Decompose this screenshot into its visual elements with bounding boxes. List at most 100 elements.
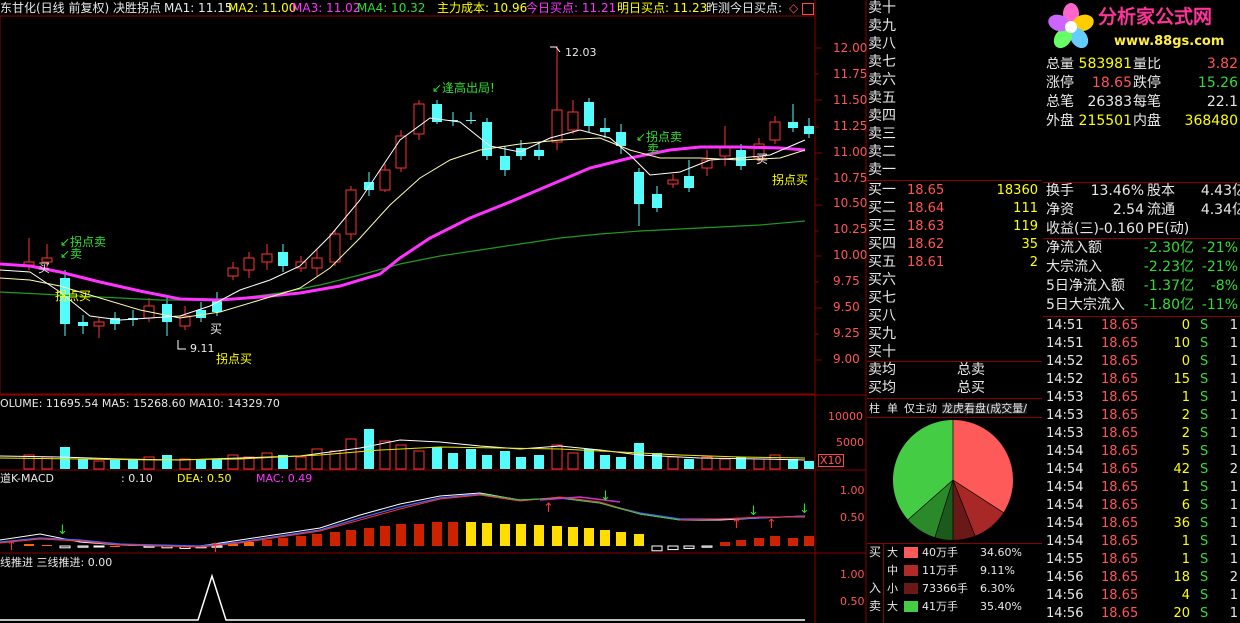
tick-price: 18.65 [1101, 552, 1139, 567]
buy-level-price: 18.65 [907, 183, 945, 198]
pie-legend-divider [883, 544, 884, 623]
macd-bar-positive [568, 527, 578, 546]
sell-level-label: 卖二 [868, 144, 896, 160]
macd-bar-positive [788, 538, 798, 546]
tick-time: 14:53 [1046, 408, 1084, 423]
macd-bar-positive [312, 534, 322, 546]
tick-count: 1 [1229, 372, 1238, 387]
quote-value: 3.82 [1206, 56, 1238, 72]
macd-bar-positive [330, 532, 340, 546]
fund-value: 4.34亿 [1200, 202, 1240, 218]
buy-level-label: 买九 [868, 326, 896, 342]
volume-bar-down [634, 443, 644, 469]
tab-single[interactable]: 单 [887, 403, 898, 414]
kp-sell-right-label: ↙拐点卖 [636, 130, 683, 144]
svg-text:↑: ↑ [210, 541, 221, 556]
macd-bar-positive [616, 532, 626, 546]
window-toggle-icon[interactable] [802, 3, 814, 15]
macd-bar-positive [448, 522, 458, 546]
logo-url[interactable]: www.88gs.com [1114, 35, 1224, 48]
tick-side: S [1200, 588, 1209, 603]
candle-body-up [667, 179, 679, 185]
volume-bar-up [261, 452, 273, 470]
bottom-axis-05: 0.50 [840, 595, 865, 608]
tick-side: S [1200, 480, 1209, 495]
volume-axis-5000: 5000 [836, 436, 864, 449]
tick-count: 1 [1229, 606, 1238, 621]
macd-bar-positive [516, 524, 526, 546]
volume-scale-badge[interactable]: X10 [818, 454, 844, 467]
diamond-icon[interactable]: ◇ [789, 2, 798, 14]
macd-bars [24, 522, 814, 552]
tick-side: S [1200, 462, 1209, 477]
volume-bar-up [345, 438, 357, 470]
tick-volume: 6 [1181, 498, 1190, 513]
quote-value: 18.65 [1091, 75, 1132, 91]
candlesticks [23, 46, 814, 338]
tick-side: S [1200, 426, 1209, 441]
tick-side: S [1200, 444, 1209, 459]
tick-time: 14:52 [1046, 354, 1084, 369]
macd-mac: MAC: 0.49 [256, 472, 313, 485]
volume-bar-down [500, 451, 510, 469]
candle-body-up [227, 267, 239, 277]
pie-legend-side: 入 [869, 581, 882, 595]
today-buy-label: 今日买点: 11.21 [526, 1, 617, 15]
volume-bar-down [128, 459, 138, 469]
price-axis-label: 11.50 [833, 92, 868, 107]
tick-time: 14:51 [1046, 336, 1084, 351]
quote-panel: 涨跌1.70最高18.65涨幅10.03%最低17.57现量1338均价18.1… [1043, 0, 1240, 623]
candle-body-up [311, 257, 323, 269]
quote-label: 外盘 [1046, 113, 1074, 129]
macd-bar-negative [651, 545, 663, 552]
flower-logo-icon [1046, 2, 1096, 52]
tick-price: 18.65 [1101, 570, 1139, 585]
tick-count: 2 [1229, 462, 1238, 477]
volume-bar-down [162, 455, 172, 469]
tab-active-only[interactable]: 仅主动 [904, 403, 937, 414]
pie-legend-size: 大 [887, 546, 898, 559]
quote-label: 涨停 [1046, 75, 1074, 91]
macd-bar-positive [736, 540, 746, 546]
macd-bar-negative [701, 545, 713, 548]
candle-body-up [395, 135, 407, 169]
pie-legend-side: 卖 [869, 599, 882, 613]
bottom-axis-1: 1.00 [840, 568, 865, 581]
volume-bar-down [60, 447, 70, 469]
macd-bar-positive [584, 528, 594, 546]
svg-text:↓: ↓ [799, 502, 810, 517]
sell-level-label: 卖九 [868, 18, 896, 34]
pie-legend-size: 中 [887, 564, 898, 577]
volume-bar-down [212, 459, 222, 469]
tab-dragon-tiger[interactable]: 龙虎看盘(成交量/ [942, 403, 1027, 414]
sell-level-label: 卖三 [868, 126, 896, 142]
tick-price: 18.65 [1101, 588, 1139, 603]
buy-left-label: 买 [38, 261, 51, 275]
quote-value: 15.26 [1197, 75, 1238, 91]
tick-count: 1 [1229, 318, 1238, 333]
macd-bar-positive [432, 522, 442, 546]
flow-percent: -8% [1210, 278, 1238, 294]
buy-level-volume: 18360 [996, 183, 1038, 198]
buy-level-label: 买三 [868, 218, 896, 234]
macd-bar-positive [42, 545, 52, 546]
sell-level-label: 卖五 [868, 90, 896, 106]
candle-body-down [788, 122, 798, 128]
volume-bar-up [567, 452, 579, 470]
tab-bar-chart[interactable]: 柱 [869, 403, 880, 414]
candle-body-down [804, 126, 814, 134]
orderbook-panel: 卖十 卖九 卖八 卖七 卖六 卖五 卖四 卖三 卖二 卖一 买一 18.65 18360 买二 18.64… [867, 0, 1042, 623]
tick-count: 2 [1229, 570, 1238, 585]
macd-name: 道K-MACD [0, 472, 55, 485]
flow-label: 5日大宗流入 [1046, 297, 1125, 313]
ma2-label: MA2: 11.00 [228, 1, 297, 15]
tick-time: 14:56 [1046, 570, 1084, 585]
volume-bar-up [667, 456, 679, 470]
price-axis-label: 10.75 [833, 170, 868, 185]
candle-body-down [600, 128, 610, 132]
candle-body-down [78, 322, 88, 326]
flow-label: 大宗流入 [1046, 259, 1102, 275]
tick-time: 14:55 [1046, 552, 1084, 567]
tick-time: 14:54 [1046, 480, 1084, 495]
tick-volume: 5 [1181, 444, 1190, 459]
